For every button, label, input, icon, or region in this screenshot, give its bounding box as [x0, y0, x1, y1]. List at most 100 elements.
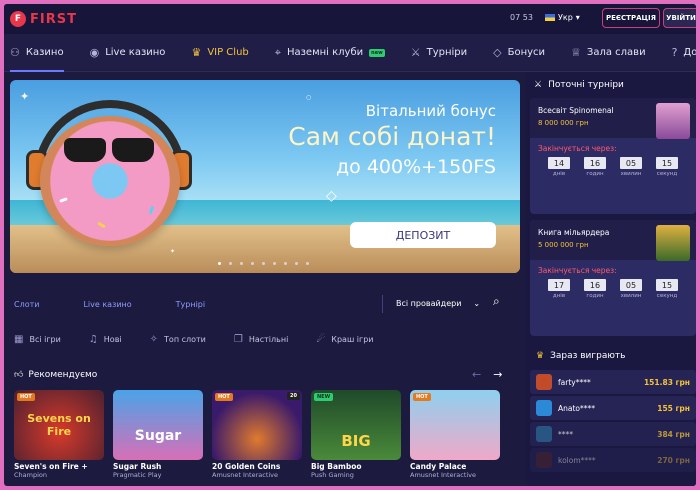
winners-title: Зараз виграють: [550, 351, 626, 361]
promo-banner[interactable]: ✦ ○ ✦ Вітальний бонус Сам собі донат! до…: [10, 80, 520, 273]
winner-name: Anato****: [558, 403, 596, 413]
winner-name: ****: [558, 429, 573, 439]
game-name: Candy Palace: [410, 462, 467, 471]
game-thumbnail: Sugar: [113, 390, 203, 460]
sidebar: ⚔ Поточні турніри Всесвіт Spinomenal 8 0…: [526, 72, 696, 486]
game-thumbnail: NEW BIG: [311, 390, 401, 460]
logo-text: FIRST: [30, 11, 77, 27]
nav-item-vip-club[interactable]: ♛ VIP Club: [191, 34, 248, 72]
ends-label: Закінчується через:: [538, 144, 617, 153]
carousel-dot[interactable]: [295, 262, 298, 265]
game-provider: Amusnet Interactive: [212, 471, 279, 479]
tournament-card[interactable]: Всесвіт Spinomenal 8 000 000 грн Закінчу…: [530, 98, 696, 214]
banner-offer: до 400%+150FS: [336, 156, 496, 178]
ends-label: Закінчується через:: [538, 266, 617, 275]
winner-name: farty****: [558, 377, 591, 387]
deposit-button[interactable]: ДЕПОЗИТ: [350, 222, 496, 248]
timer-minutes: 05 хвилин: [620, 157, 642, 177]
logo[interactable]: F FIRST: [10, 11, 77, 27]
category-table[interactable]: ❐ Настільні: [234, 334, 288, 345]
timer-seconds: 15 секунд: [656, 157, 678, 177]
timer-hours: 16 годин: [584, 157, 606, 177]
nav-item-label: Казино: [25, 47, 64, 58]
carousel-dot[interactable]: [284, 262, 287, 265]
chevron-down-icon: ⌄: [473, 299, 481, 308]
game-card[interactable]: HOT Candy Palace Amusnet Interactive: [410, 390, 500, 486]
category-top-slots[interactable]: ✧ Топ слоти: [150, 334, 206, 345]
timer-unit: годин: [586, 171, 604, 177]
language-selector[interactable]: Укр ▾: [545, 13, 580, 22]
carousel-dot[interactable]: [229, 262, 232, 265]
carousel-dot[interactable]: [251, 262, 254, 265]
tab-slots[interactable]: Слоти: [14, 300, 39, 309]
flag-ua-icon: [545, 14, 555, 21]
winner-row[interactable]: **** 384 грн: [530, 422, 696, 446]
carousel-dot[interactable]: [273, 262, 276, 265]
countdown-timer: 17 днів 16 годин 05 хвилин 15 секунд: [548, 279, 696, 299]
game-thumbnail-title: Sugar: [134, 428, 182, 444]
timer-value: 16: [584, 157, 606, 169]
game-thumbnail: HOT 20: [212, 390, 302, 460]
tournaments-header: ⚔ Поточні турніри: [526, 72, 696, 98]
nav-item-hall-of-fame[interactable]: ♕ Зала слави: [571, 34, 646, 72]
nav-item-tournaments[interactable]: ⚔ Турніри: [411, 34, 467, 72]
tournaments-title: Поточні турніри: [548, 80, 624, 90]
winner-row[interactable]: Anato**** 155 грн: [530, 396, 696, 420]
nav-item-label: Зала слави: [586, 47, 646, 58]
winner-game-icon: [536, 452, 552, 468]
winner-row[interactable]: kolom**** 270 грн: [530, 448, 696, 472]
game-thumbnail: HOT Sevens on Fire: [14, 390, 104, 460]
new-badge: new: [369, 48, 385, 57]
winner-amount: 155 грн: [657, 403, 690, 413]
nav-item-land-clubs[interactable]: ⌖ Наземні клуби new: [275, 34, 385, 72]
arrow-left-icon[interactable]: ←: [472, 368, 481, 381]
tab-tournaments[interactable]: Турнірі: [176, 300, 205, 309]
page-frame: F FIRST 07 53 Укр ▾ РЕЄСТРАЦІЯ УВІЙТИ ⚇ …: [4, 4, 696, 486]
nav-item-help[interactable]: ? Довідка: [672, 34, 696, 72]
top-bar: F FIRST 07 53 Укр ▾ РЕЄСТРАЦІЯ УВІЙТИ: [4, 4, 696, 34]
nav-item-casino[interactable]: ⚇ Казино: [10, 34, 64, 72]
winner-amount: 384 грн: [657, 429, 690, 439]
trophy-icon: ♕: [571, 46, 581, 59]
crown-icon: ♛: [191, 46, 202, 59]
register-button[interactable]: РЕЄСТРАЦІЯ: [602, 8, 660, 28]
winner-row[interactable]: farty**** 151.83 грн: [530, 370, 696, 394]
bell-icon: ♫: [88, 333, 98, 345]
divider: [382, 295, 383, 313]
game-card[interactable]: HOT Sevens on Fire Seven's on Fire + Cha…: [14, 390, 104, 486]
category-crash[interactable]: ☄ Краш ігри: [316, 334, 373, 345]
arrow-right-icon[interactable]: →: [493, 368, 502, 381]
carousel-dot[interactable]: [240, 262, 243, 265]
diamond-icon: ◇: [326, 188, 337, 204]
timer-unit: днів: [552, 171, 566, 177]
search-icon[interactable]: ⌕: [493, 294, 500, 309]
tournament-card[interactable]: Книга мільярдера 5 000 000 грн Закінчуєт…: [530, 220, 696, 336]
provider-dropdown[interactable]: Всі провайдери ⌄: [396, 299, 480, 308]
category-all-games[interactable]: ▦ Всі ігри: [14, 334, 61, 345]
star-icon: ✦: [170, 248, 176, 255]
diamond-icon: ◇: [493, 46, 502, 59]
game-thumbnail: HOT: [410, 390, 500, 460]
category-new[interactable]: ♫ Нові: [89, 334, 122, 345]
carousel-dot[interactable]: [218, 262, 221, 265]
nav-item-label: Наземні клуби: [286, 47, 364, 58]
carousel-dots: [218, 262, 309, 265]
tab-live-casino[interactable]: Live казино: [83, 300, 131, 309]
game-card[interactable]: NEW BIG Big Bamboo Push Gaming: [311, 390, 401, 486]
nav-item-label: Довідка: [683, 47, 696, 58]
winner-name: kolom****: [558, 455, 596, 465]
banner-subtitle: Вітальний бонус: [365, 102, 496, 120]
game-card[interactable]: Sugar Sugar Rush Pragmatic Play: [113, 390, 203, 486]
nav-item-live-casino[interactable]: ◉ Live казино: [90, 34, 166, 72]
carousel-dot[interactable]: [262, 262, 265, 265]
timer-days: 14 днів: [548, 157, 570, 177]
nav-item-bonuses[interactable]: ◇ Бонуси: [493, 34, 545, 72]
game-provider: Push Gaming: [311, 471, 354, 479]
timer-days: 17 днів: [548, 279, 570, 299]
timer-unit: секунд: [656, 171, 678, 177]
login-button[interactable]: УВІЙТИ: [663, 8, 696, 28]
nav-item-label: VIP Club: [207, 47, 249, 58]
carousel-dot[interactable]: [306, 262, 309, 265]
game-card[interactable]: HOT 20 20 Golden Coins Amusnet Interacti…: [212, 390, 302, 486]
tournament-thumbnail: [656, 225, 690, 261]
